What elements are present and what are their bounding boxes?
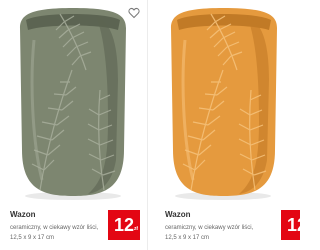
product-title[interactable]: Wazon [165, 210, 190, 219]
product-card[interactable]: Wazon ceramiczny, w ciekawy wzór liści, … [0, 0, 140, 250]
product-image-green-vase[interactable] [0, 0, 140, 200]
price-currency: zł [134, 226, 138, 232]
price-badge[interactable]: 12 zł [108, 210, 140, 240]
product-description-line2: 12,5 x 9 x 17 cm [10, 235, 55, 241]
product-card[interactable]: Wazon ceramiczny, w ciekawy wzór liści, … [155, 0, 300, 250]
price-badge[interactable]: 12 zł [281, 210, 300, 240]
price-integer: 12 [114, 215, 135, 235]
product-description-line1: ceramiczny, w ciekawy wzór liści, [165, 225, 254, 231]
product-description-line1: ceramiczny, w ciekawy wzór liści, [10, 225, 99, 231]
heart-outline-icon[interactable] [128, 7, 140, 19]
price-integer: 12 [287, 215, 300, 235]
card-divider [147, 0, 148, 250]
product-description-line2: 12,5 x 9 x 17 cm [165, 235, 210, 241]
product-image-orange-vase[interactable] [155, 0, 295, 200]
product-title[interactable]: Wazon [10, 210, 35, 219]
